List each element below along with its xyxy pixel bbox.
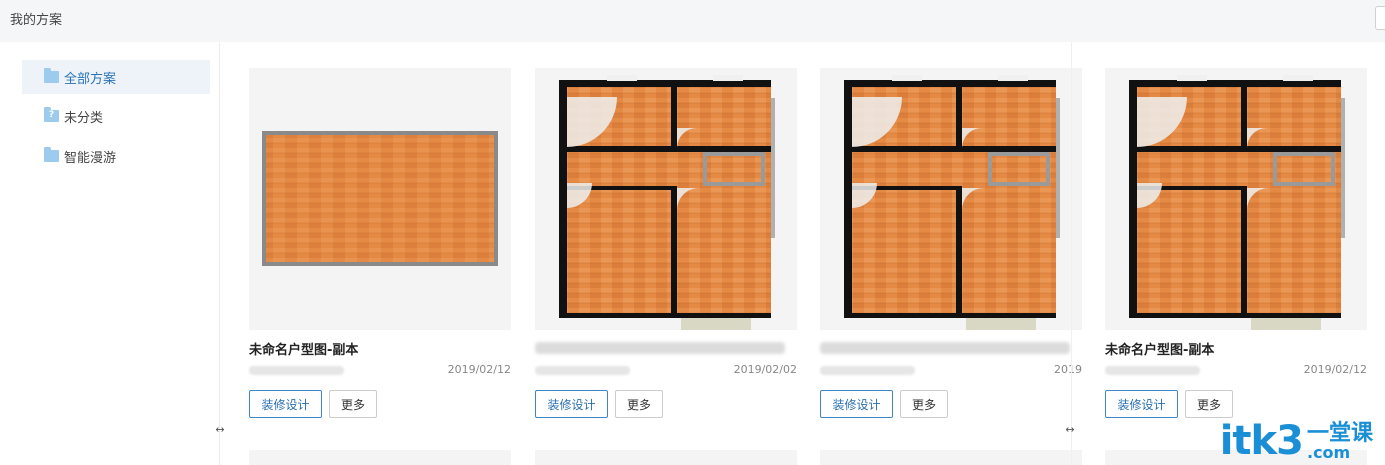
- watermark-logo-text: itk3: [1219, 418, 1304, 464]
- plan-meta: 2019: [820, 363, 1082, 377]
- more-button[interactable]: 更多: [1185, 390, 1233, 418]
- more-button[interactable]: 更多: [900, 390, 948, 418]
- column-divider: [1071, 42, 1072, 465]
- sidebar-item-all-plans[interactable]: 全部方案: [22, 60, 210, 94]
- owner-blurred: [1105, 366, 1200, 375]
- owner-blurred: [535, 366, 630, 375]
- decorate-design-button[interactable]: 装修设计: [535, 390, 608, 418]
- sidebar-item-label: 未分类: [64, 110, 104, 126]
- sidebar-item-label: 智能漫游: [64, 150, 117, 166]
- plan-meta: 2019/02/12: [1105, 363, 1367, 377]
- plan-thumbnail[interactable]: [249, 68, 511, 330]
- plan-card[interactable]: 2019 装修设计 更多: [820, 68, 1082, 418]
- page-title: 我的方案: [10, 13, 63, 28]
- plan-title: 未命名户型图-副本: [1105, 343, 1215, 358]
- top-bar: 我的方案: [0, 0, 1385, 42]
- more-button[interactable]: 更多: [615, 390, 663, 418]
- floorplan-apartment-image: [844, 75, 1060, 330]
- watermark-cn-text: 一堂课: [1306, 421, 1373, 446]
- plan-date: 2019/02/12: [1303, 363, 1367, 376]
- decorate-design-button[interactable]: 装修设计: [820, 390, 893, 418]
- plan-title-blurred: [820, 342, 1070, 354]
- decorate-design-button[interactable]: 装修设计: [1105, 390, 1178, 418]
- plan-thumbnail[interactable]: [1105, 68, 1367, 330]
- resize-handle-icon[interactable]: ↔: [1061, 422, 1079, 436]
- folder-question-icon: ?: [44, 107, 59, 122]
- watermark-domain-text: .com: [1306, 443, 1351, 462]
- plan-card[interactable]: 2019/02/02 装修设计 更多: [535, 68, 797, 418]
- top-right-control[interactable]: [1375, 6, 1385, 30]
- plan-date: 2019/02/12: [447, 363, 511, 376]
- sidebar-item-uncategorized[interactable]: ? 未分类: [22, 99, 210, 133]
- plan-thumbnail[interactable]: [535, 68, 797, 330]
- plan-thumbnail[interactable]: [820, 68, 1082, 330]
- folder-icon: [44, 147, 59, 162]
- owner-blurred: [820, 366, 915, 375]
- plan-title: 未命名户型图-副本: [249, 343, 359, 358]
- decorate-design-button[interactable]: 装修设计: [249, 390, 322, 418]
- more-button[interactable]: 更多: [329, 390, 377, 418]
- plan-card[interactable]: 未命名户型图-副本 2019/02/12 装修设计 更多: [249, 68, 511, 418]
- plan-card[interactable]: 未命名户型图-副本 2019/02/12 装修设计 更多: [1105, 68, 1367, 418]
- folder-icon: [44, 68, 59, 83]
- sidebar: 全部方案 ? 未分类 智能漫游: [10, 42, 220, 465]
- owner-blurred: [249, 366, 344, 375]
- floorplan-rect-image: [262, 131, 498, 266]
- floorplan-apartment-image: [1129, 75, 1345, 330]
- plans-grid: 未命名户型图-副本 2019/02/12 装修设计 更多 2019/02/02 …: [215, 42, 1385, 465]
- plan-thumbnail-next-row[interactable]: [249, 450, 511, 465]
- floorplan-apartment-image: [559, 75, 775, 330]
- plan-meta: 2019/02/02: [535, 363, 797, 377]
- sidebar-item-label: 全部方案: [64, 71, 117, 87]
- resize-handle-icon[interactable]: ↔: [211, 422, 229, 436]
- plan-meta: 2019/02/12: [249, 363, 511, 377]
- plan-date: 2019/02/02: [733, 363, 797, 376]
- plan-date: 2019: [1054, 363, 1082, 376]
- plan-thumbnail-next-row[interactable]: [535, 450, 797, 465]
- plan-title-blurred: [535, 342, 785, 354]
- sidebar-item-smart-tour[interactable]: 智能漫游: [22, 139, 210, 173]
- plan-thumbnail-next-row[interactable]: [820, 450, 1082, 465]
- site-watermark: itk3 一堂课 .com: [1220, 421, 1373, 461]
